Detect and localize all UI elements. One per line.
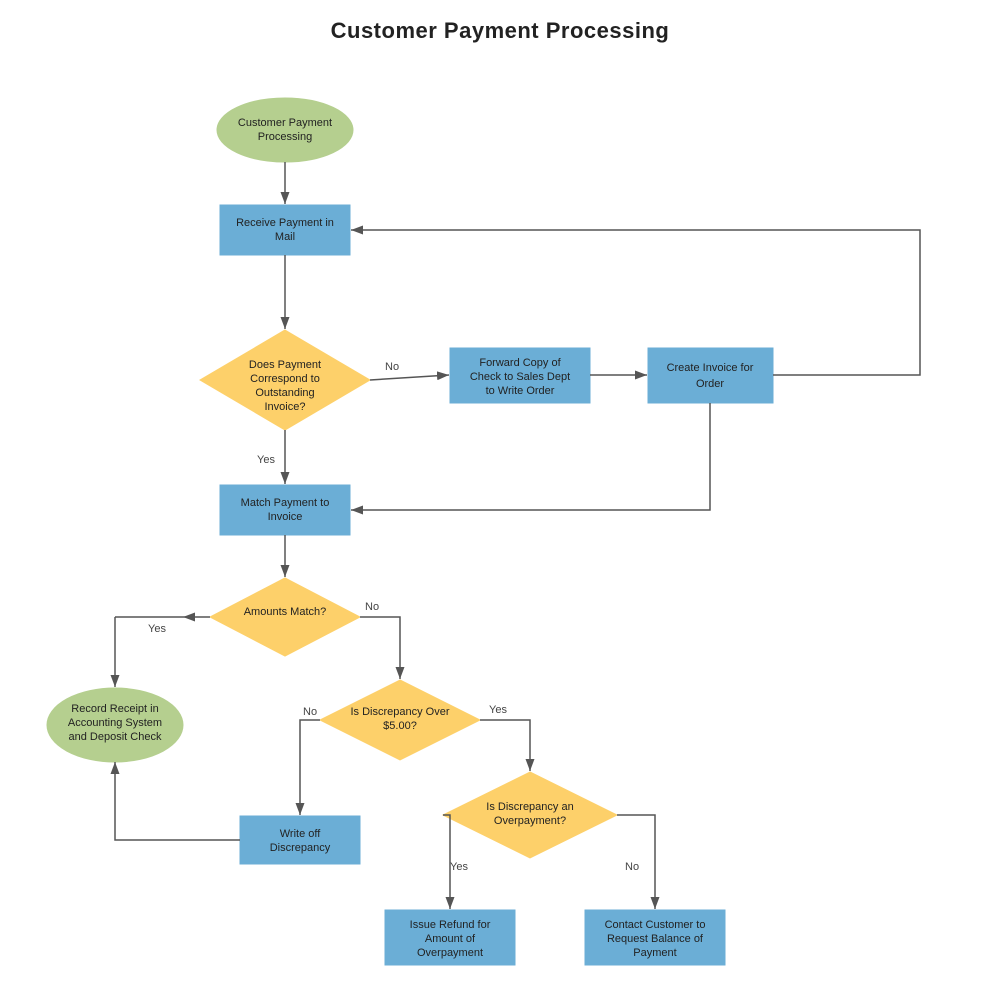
arrow-disc-overpayment [480, 720, 530, 771]
yes-label-4: Yes [450, 861, 468, 873]
write-off-node [240, 816, 360, 864]
create-invoice-label1: Create Invoice for [667, 362, 754, 374]
contact-customer-label1: Contact Customer to [605, 919, 706, 931]
contact-customer-label2: Request Balance of [607, 933, 704, 945]
match-payment-label1: Match Payment to [241, 497, 330, 509]
flowchart: Customer Payment Processing Receive Paym… [0, 0, 1000, 1000]
write-off-label2: Discrepancy [270, 842, 331, 854]
decision1-label1: Does Payment [249, 359, 321, 371]
no-label-1: No [385, 361, 399, 373]
arrow-create-match [351, 403, 710, 510]
no-label-2: No [365, 601, 379, 613]
yes-label-1: Yes [257, 454, 275, 466]
record-receipt-label2: Accounting System [68, 717, 162, 729]
arrow-writeoff-record [115, 762, 240, 840]
yes-label-3: Yes [489, 704, 507, 716]
start-label2: Processing [258, 131, 312, 143]
match-payment-label2: Invoice [268, 511, 303, 523]
overpayment-label2: Overpayment? [494, 815, 566, 827]
issue-refund-label2: Amount of [425, 933, 476, 945]
discrepancy-over-label1: Is Discrepancy Over [350, 706, 449, 718]
arrow-amounts-discrepancy [360, 617, 400, 679]
no-label-3: No [303, 706, 317, 718]
start-label: Customer Payment [238, 117, 332, 129]
forward-label3: to Write Order [486, 385, 555, 397]
create-invoice-label2: Order [696, 378, 724, 390]
yes-label-2: Yes [148, 623, 166, 635]
contact-customer-label3: Payment [633, 947, 676, 959]
decision1-label3: Outstanding [255, 387, 314, 399]
amounts-match-label1: Amounts Match? [244, 606, 327, 618]
issue-refund-label3: Overpayment [417, 947, 483, 959]
overpayment-label1: Is Discrepancy an [486, 801, 573, 813]
diagram-container: Customer Payment Processing Customer Pay… [0, 0, 1000, 1000]
receive-label: Receive Payment in [236, 217, 334, 229]
forward-label1: Forward Copy of [479, 357, 561, 369]
decision1-label4: Invoice? [265, 401, 306, 413]
issue-refund-label1: Issue Refund for [410, 919, 491, 931]
forward-label2: Check to Sales Dept [470, 371, 570, 383]
receive-label2: Mail [275, 231, 295, 243]
write-off-label1: Write off [280, 828, 321, 840]
arrow-decision1-forward [370, 375, 449, 380]
arrow-disc-writeoff [300, 720, 320, 815]
discrepancy-over-label2: $5.00? [383, 720, 417, 732]
no-label-4: No [625, 861, 639, 873]
create-invoice-node [648, 348, 773, 403]
decision1-label2: Correspond to [250, 373, 320, 385]
record-receipt-label1: Record Receipt in [71, 703, 158, 715]
arrow-loop-receive [351, 230, 920, 375]
record-receipt-label3: and Deposit Check [69, 731, 162, 743]
arrow-overpayment-refund [443, 815, 450, 909]
